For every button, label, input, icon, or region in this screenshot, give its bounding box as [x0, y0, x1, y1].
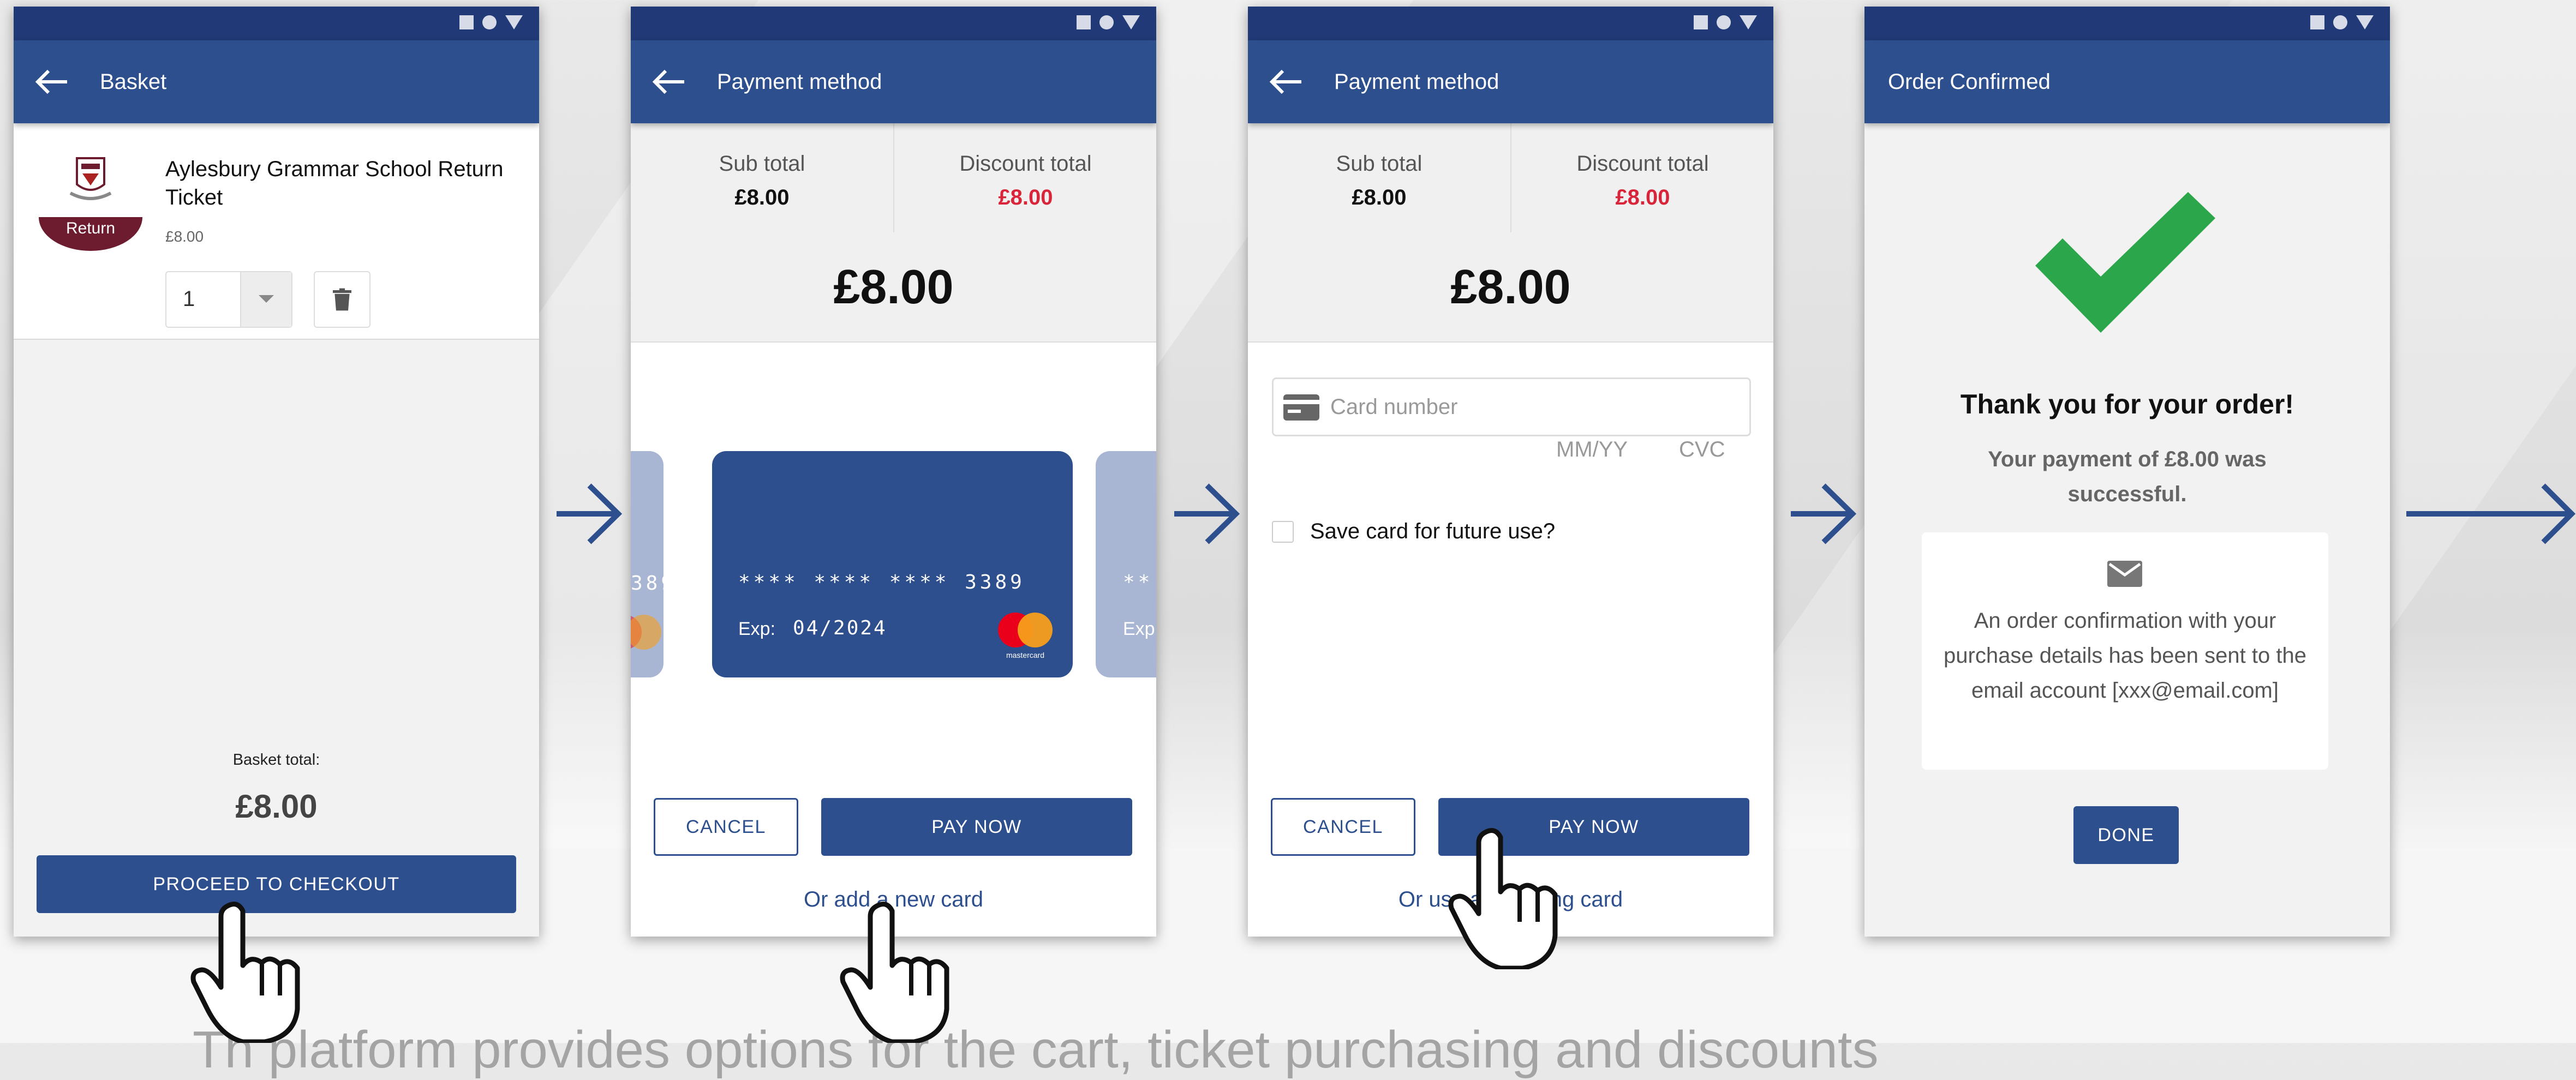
subtotal-label: Sub total — [1336, 152, 1423, 176]
card-brand: mastercard — [1006, 651, 1045, 659]
card-exp-label: Exp — [1123, 619, 1155, 639]
card-number: **** **** **** 3389 — [738, 571, 1025, 593]
checkmark-icon — [2035, 192, 2215, 333]
card-number-head: ** — [1123, 571, 1153, 593]
done-button[interactable]: DONE — [2073, 806, 2179, 864]
cancel-button[interactable]: CANCEL — [1271, 798, 1415, 856]
order-summary: Sub total £8.00 Discount total £8.00 — [1248, 123, 1773, 233]
payment-screen-saved-cards: Payment method Sub total £8.00 Discount … — [631, 7, 1156, 937]
saved-card-previous[interactable]: 389 — [631, 451, 673, 677]
page-title: Payment method — [717, 70, 882, 94]
flow-arrow-icon — [2406, 483, 2576, 544]
app-bar: Payment method — [1248, 40, 1773, 123]
circle-icon — [482, 15, 497, 29]
hand-pointer-icon — [840, 902, 949, 1043]
payment-screen-new-card: Payment method Sub total £8.00 Discount … — [1248, 7, 1773, 937]
page-title: Payment method — [1334, 70, 1499, 94]
back-arrow-icon[interactable] — [1269, 69, 1304, 95]
discount-value: £8.00 — [998, 185, 1053, 209]
basket-total-label: Basket total: — [232, 751, 320, 769]
order-summary: Sub total £8.00 Discount total £8.00 — [631, 123, 1156, 233]
quantity-value: 1 — [183, 287, 195, 311]
chevron-down-icon — [259, 295, 274, 303]
flow-arrow-icon — [557, 483, 622, 544]
item-name: Aylesbury Grammar School Return Ticket — [165, 157, 504, 209]
triangle-icon — [1122, 15, 1140, 29]
app-bar: Basket — [14, 40, 539, 123]
basket-item: Return Aylesbury Grammar School Return T… — [14, 123, 539, 340]
flow-arrow-icon — [1174, 483, 1240, 544]
circle-icon — [2333, 15, 2347, 29]
square-icon — [2310, 15, 2324, 29]
item-price: £8.00 — [165, 228, 204, 245]
card-number-input[interactable]: Card number — [1272, 377, 1751, 436]
status-bar — [1864, 7, 2390, 40]
subtotal-value: £8.00 — [734, 185, 790, 209]
page-title: Basket — [100, 70, 167, 94]
save-card-label: Save card for future use? — [1310, 519, 1556, 543]
amount-band: £8.00 — [1248, 232, 1773, 343]
school-crest-icon: Return — [39, 157, 142, 251]
circle-icon — [1099, 15, 1114, 29]
mastercard-logo — [631, 615, 665, 669]
mail-icon — [2107, 561, 2142, 587]
amount-band: £8.00 — [631, 232, 1156, 343]
total-amount: £8.00 — [833, 260, 954, 314]
cancel-button[interactable]: CANCEL — [654, 798, 798, 856]
quantity-dropdown-toggle[interactable] — [240, 272, 291, 327]
mastercard-logo: mastercard — [995, 613, 1056, 667]
cvc-input[interactable]: CVC — [1679, 437, 1725, 462]
hand-pointer-icon — [190, 902, 300, 1043]
delete-item-button[interactable] — [314, 271, 370, 328]
flow-arrow-icon — [1791, 483, 1856, 544]
basket-total-value: £8.00 — [235, 788, 318, 825]
order-confirmed-screen: Order Confirmed Thank you for your order… — [1864, 7, 2390, 937]
card-exp-value: 04/2024 — [793, 617, 887, 639]
card-exp-label: Exp: — [738, 619, 776, 639]
email-confirmation-text: An order confirmation with your purchase… — [1944, 609, 2306, 703]
subtotal-value: £8.00 — [1352, 185, 1407, 209]
quantity-select[interactable]: 1 — [165, 271, 292, 328]
subtotal-label: Sub total — [719, 152, 805, 176]
status-bar — [14, 7, 539, 40]
square-icon — [459, 15, 474, 29]
email-confirmation-box: An order confirmation with your purchase… — [1922, 532, 2328, 770]
hand-pointer-icon — [1448, 828, 1558, 969]
trash-icon — [333, 288, 351, 311]
payment-success-message: Your payment of £8.00 was successful. — [1988, 447, 2267, 506]
circle-icon — [1717, 15, 1731, 29]
discount-label: Discount total — [959, 152, 1092, 176]
total-amount: £8.00 — [1450, 260, 1571, 314]
save-card-checkbox[interactable] — [1272, 521, 1294, 543]
triangle-icon — [505, 15, 523, 29]
triangle-icon — [2356, 15, 2374, 29]
return-badge: Return — [66, 219, 115, 237]
back-arrow-icon[interactable] — [34, 69, 69, 95]
discount-value: £8.00 — [1615, 185, 1670, 209]
card-number-placeholder: Card number — [1330, 395, 1458, 419]
basket-screen: Basket Return Aylesbury Grammar School R… — [14, 7, 539, 937]
square-icon — [1077, 15, 1091, 29]
app-bar: Order Confirmed — [1864, 40, 2390, 123]
app-bar: Payment method — [631, 40, 1156, 123]
credit-card-icon — [1283, 394, 1319, 421]
status-bar — [631, 7, 1156, 40]
thank-you-heading: Thank you for your order! — [1960, 389, 2294, 419]
pay-now-button[interactable]: PAY NOW — [821, 798, 1132, 856]
triangle-icon — [1740, 15, 1757, 29]
saved-card-next[interactable]: ** Exp — [1096, 451, 1156, 677]
square-icon — [1694, 15, 1708, 29]
card-number-tail: 389 — [631, 572, 677, 595]
expiry-input[interactable]: MM/YY — [1556, 437, 1628, 462]
saved-card-selected[interactable]: **** **** **** 3389 Exp: 04/2024 masterc… — [712, 451, 1073, 677]
page-title: Order Confirmed — [1888, 70, 2051, 94]
status-bar — [1248, 7, 1773, 40]
back-arrow-icon[interactable] — [652, 69, 686, 95]
caption-text: Th platform provides options for the car… — [193, 1021, 1879, 1079]
discount-label: Discount total — [1576, 152, 1709, 176]
